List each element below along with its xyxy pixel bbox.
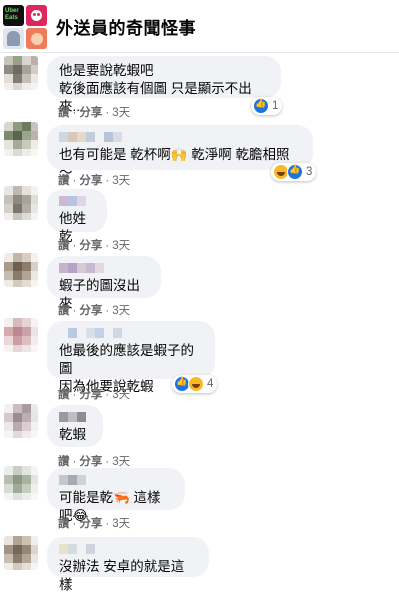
uber-eats-logo: Uber Eats: [3, 5, 24, 26]
like-button[interactable]: 讚: [58, 518, 70, 530]
avatar[interactable]: [4, 56, 38, 90]
comment-bubble: 乾蝦: [47, 405, 103, 447]
like-button[interactable]: 讚: [58, 240, 70, 252]
avatar[interactable]: [4, 186, 38, 220]
like-button[interactable]: 讚: [58, 456, 70, 468]
comment-actions: 讚 · 分享 · 3天: [58, 456, 131, 468]
share-button[interactable]: 分享: [79, 240, 102, 252]
group-header: Uber Eats 外送員的奇聞怪事: [0, 0, 399, 53]
group-title[interactable]: 外送員的奇聞怪事: [56, 14, 196, 39]
commenter-name[interactable]: [59, 132, 301, 142]
like-button[interactable]: 讚: [58, 389, 70, 401]
avatar[interactable]: [4, 466, 38, 500]
comment-bubble: 他姓乾: [47, 189, 107, 244]
haha-reaction-icon: [188, 376, 204, 392]
comment-text: 乾蝦: [59, 427, 86, 442]
timestamp[interactable]: 3天: [112, 518, 130, 530]
like-reaction-icon: [287, 164, 303, 180]
comment-actions: 讚 · 分享 · 3天: [58, 107, 131, 119]
reaction-count: 4: [207, 378, 214, 390]
reaction-count: 1: [272, 100, 279, 112]
comment-bubble: 蝦子的圖沒出來: [47, 256, 161, 311]
commenter-name[interactable]: [59, 263, 149, 273]
share-button[interactable]: 分享: [79, 305, 102, 317]
timestamp[interactable]: 3天: [112, 240, 130, 252]
comment-bubble: 可能是乾🦐 這樣吧😂: [47, 468, 185, 523]
commenter-name[interactable]: [59, 412, 91, 422]
reaction-summary[interactable]: 3: [271, 163, 317, 181]
timestamp[interactable]: 3天: [112, 456, 130, 468]
share-button[interactable]: 分享: [79, 389, 102, 401]
share-button[interactable]: 分享: [79, 175, 102, 187]
timestamp[interactable]: 3天: [112, 305, 130, 317]
avatar[interactable]: [4, 318, 38, 352]
comment-bubble: 也有可能是 乾杯啊🙌 乾淨啊 乾膽相照 ～: [47, 125, 313, 180]
reaction-count: 3: [306, 166, 313, 178]
share-button[interactable]: 分享: [79, 518, 102, 530]
timestamp[interactable]: 3天: [112, 389, 130, 401]
share-button[interactable]: 分享: [79, 456, 102, 468]
comment-actions: 讚 · 分享 · 3天: [58, 518, 131, 530]
comment-actions: 讚 · 分享 · 3天: [58, 305, 131, 317]
commenter-name[interactable]: [59, 196, 95, 206]
like-button[interactable]: 讚: [58, 107, 70, 119]
group-thumbnail[interactable]: Uber Eats: [3, 5, 47, 49]
character-image: [3, 28, 24, 49]
character-image: [26, 28, 47, 49]
foodpanda-logo: [26, 5, 47, 26]
like-button[interactable]: 讚: [58, 305, 70, 317]
comment-actions: 讚 · 分享 · 3天: [58, 240, 131, 252]
comment-text: 沒辦法 安卓的就是這樣: [59, 559, 185, 592]
commenter-name[interactable]: [59, 328, 203, 338]
commenter-name[interactable]: [59, 475, 173, 485]
share-button[interactable]: 分享: [79, 107, 102, 119]
timestamp[interactable]: 3天: [112, 107, 130, 119]
comment-actions: 讚 · 分享 · 3天: [58, 389, 131, 401]
avatar[interactable]: [4, 122, 38, 156]
comment-bubble: 他是要說乾蝦吧 乾後面應該有個圖 只是顯示不出來...: [47, 56, 281, 114]
reaction-summary[interactable]: 1: [251, 97, 283, 115]
comment-bubble: 他最後的應該是蝦子的圖 因為他要說乾蝦: [47, 321, 215, 394]
avatar[interactable]: [4, 536, 38, 570]
reaction-summary[interactable]: 4: [172, 375, 218, 393]
comment-bubble: 沒辦法 安卓的就是這樣: [47, 537, 209, 592]
comment-actions: 讚 · 分享 · 3天: [58, 175, 131, 187]
timestamp[interactable]: 3天: [112, 175, 130, 187]
like-reaction-icon: [253, 98, 269, 114]
like-button[interactable]: 讚: [58, 175, 70, 187]
avatar[interactable]: [4, 404, 38, 438]
avatar[interactable]: [4, 253, 38, 287]
commenter-name[interactable]: [59, 544, 197, 554]
